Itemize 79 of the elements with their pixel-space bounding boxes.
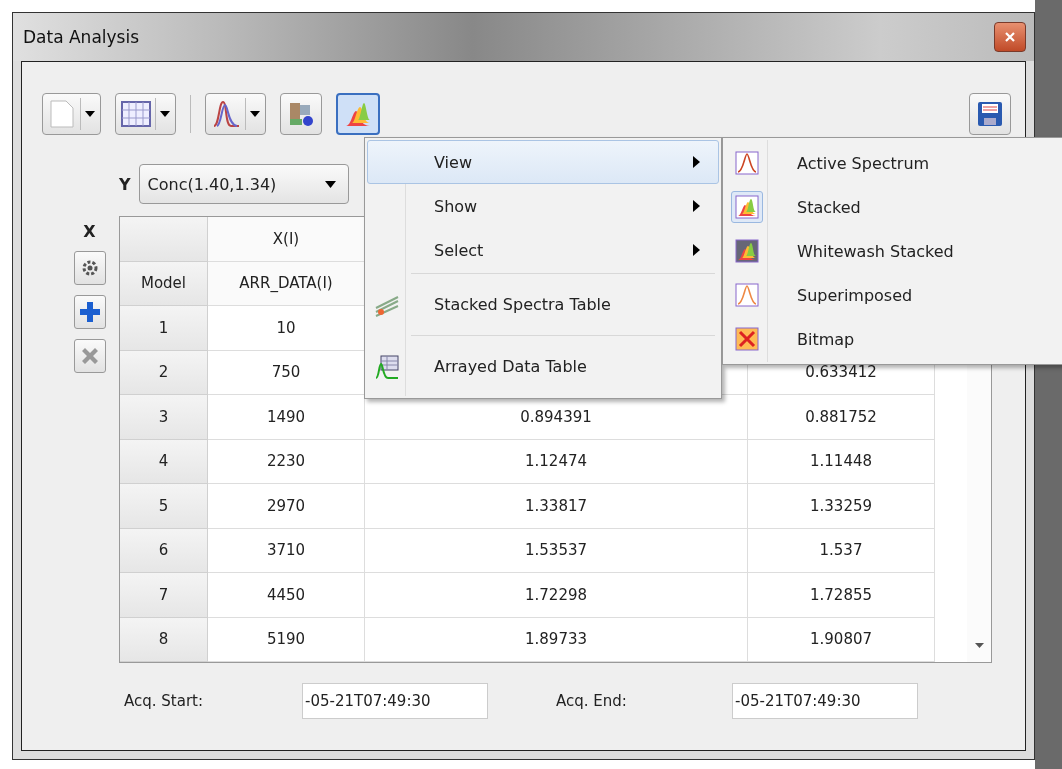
acq-end-field[interactable]: -05-21T07:49:30: [732, 683, 918, 719]
table-cell: 1490: [208, 395, 365, 440]
settings-button[interactable]: [73, 251, 106, 285]
table-cell: 3710: [208, 528, 365, 573]
add-button[interactable]: [73, 295, 106, 329]
row-header: 3: [120, 395, 208, 440]
table-cell: 1.33259: [748, 484, 935, 529]
acq-end-label: Acq. End:: [556, 692, 628, 710]
y-variable-dropdown[interactable]: Conc(1.40,1.34): [138, 164, 349, 204]
x-axis-label: X: [83, 222, 96, 241]
table-cell: 1.11448: [748, 439, 935, 484]
table-cell: 1.537: [748, 528, 935, 573]
save-button[interactable]: [969, 93, 1011, 135]
page-icon: [48, 99, 76, 129]
row-header: Model: [120, 261, 208, 306]
peak-chart-icon: [735, 283, 759, 307]
table-cell: 4450: [208, 573, 365, 618]
menu-item-label: Bitmap: [797, 329, 855, 349]
delete-button[interactable]: [73, 339, 106, 373]
y-axis-label: Y: [119, 174, 131, 194]
submenu-arrow-icon: [693, 156, 700, 168]
menu-item-label: Active Spectrum: [797, 153, 930, 173]
menu-item[interactable]: Arrayed Data Table: [367, 337, 719, 396]
bitmap-icon: [735, 327, 759, 351]
column-header: ARR_DATA(I): [208, 261, 365, 306]
window-title: Data Analysis: [23, 27, 141, 47]
menu-item[interactable]: Stacked: [725, 185, 1062, 229]
peak-chart-icon: [735, 151, 759, 175]
menu-item[interactable]: Select: [367, 228, 719, 272]
scroll-down-icon: [974, 643, 984, 648]
caret-icon: [250, 111, 260, 117]
table-cell: 1.72855: [748, 573, 935, 618]
row-header: 1: [120, 306, 208, 351]
row-header: 8: [120, 617, 208, 662]
submenu-arrow-icon: [693, 200, 700, 212]
table-cell: 0.881752: [748, 395, 935, 440]
submenu-arrow-icon: [693, 244, 700, 256]
close-button[interactable]: [994, 22, 1026, 52]
peak-chart-icon: [211, 99, 241, 129]
row-header: 5: [120, 484, 208, 529]
table-cell: 5190: [208, 617, 365, 662]
tools-button[interactable]: [280, 93, 322, 135]
acq-start-field[interactable]: -05-21T07:49:30: [302, 683, 488, 719]
menu-item[interactable]: Whitewash Stacked: [725, 229, 1062, 273]
table-cell: 1.53537: [365, 528, 748, 573]
stacked-chart-icon: [735, 195, 759, 219]
table-cell: 1.89733: [365, 617, 748, 662]
row-header: 2: [120, 350, 208, 395]
table-cell: 2230: [208, 439, 365, 484]
new-dropdown-button[interactable]: [42, 93, 101, 135]
menu-item[interactable]: View: [367, 140, 719, 184]
caret-icon: [324, 180, 336, 188]
stacked-view-button[interactable]: [336, 93, 380, 135]
row-header: 6: [120, 528, 208, 573]
table-icon: [121, 100, 151, 128]
stacked-chart-icon: [735, 239, 759, 263]
menu-item[interactable]: Stacked Spectra Table: [367, 275, 719, 334]
table-cell: 1.33817: [365, 484, 748, 529]
table-cell: 1.12474: [365, 439, 748, 484]
menu-item[interactable]: Superimposed: [725, 273, 1062, 317]
table-cell: 2970: [208, 484, 365, 529]
plus-icon: [78, 301, 101, 323]
acq-start-label: Acq. Start:: [124, 692, 204, 710]
row-header: 4: [120, 439, 208, 484]
table-cell: 1.90807: [748, 617, 935, 662]
menu-item-label: Stacked: [797, 197, 861, 217]
caret-icon: [160, 111, 170, 117]
menu-item[interactable]: Show: [367, 184, 719, 228]
menu-item[interactable]: Active Spectrum: [725, 141, 1062, 185]
column-header: X(I): [208, 217, 365, 262]
menu-item-label: Superimposed: [797, 285, 913, 305]
caret-icon: [85, 111, 95, 117]
close-icon: [1004, 31, 1016, 43]
menu-item-label: Whitewash Stacked: [797, 241, 954, 261]
table-cell: 1.72298: [365, 573, 748, 618]
spectrum-dropdown-button[interactable]: [205, 93, 266, 135]
table-dropdown-button[interactable]: [115, 93, 176, 135]
table-chart-icon: [374, 353, 400, 380]
row-header: 7: [120, 573, 208, 618]
